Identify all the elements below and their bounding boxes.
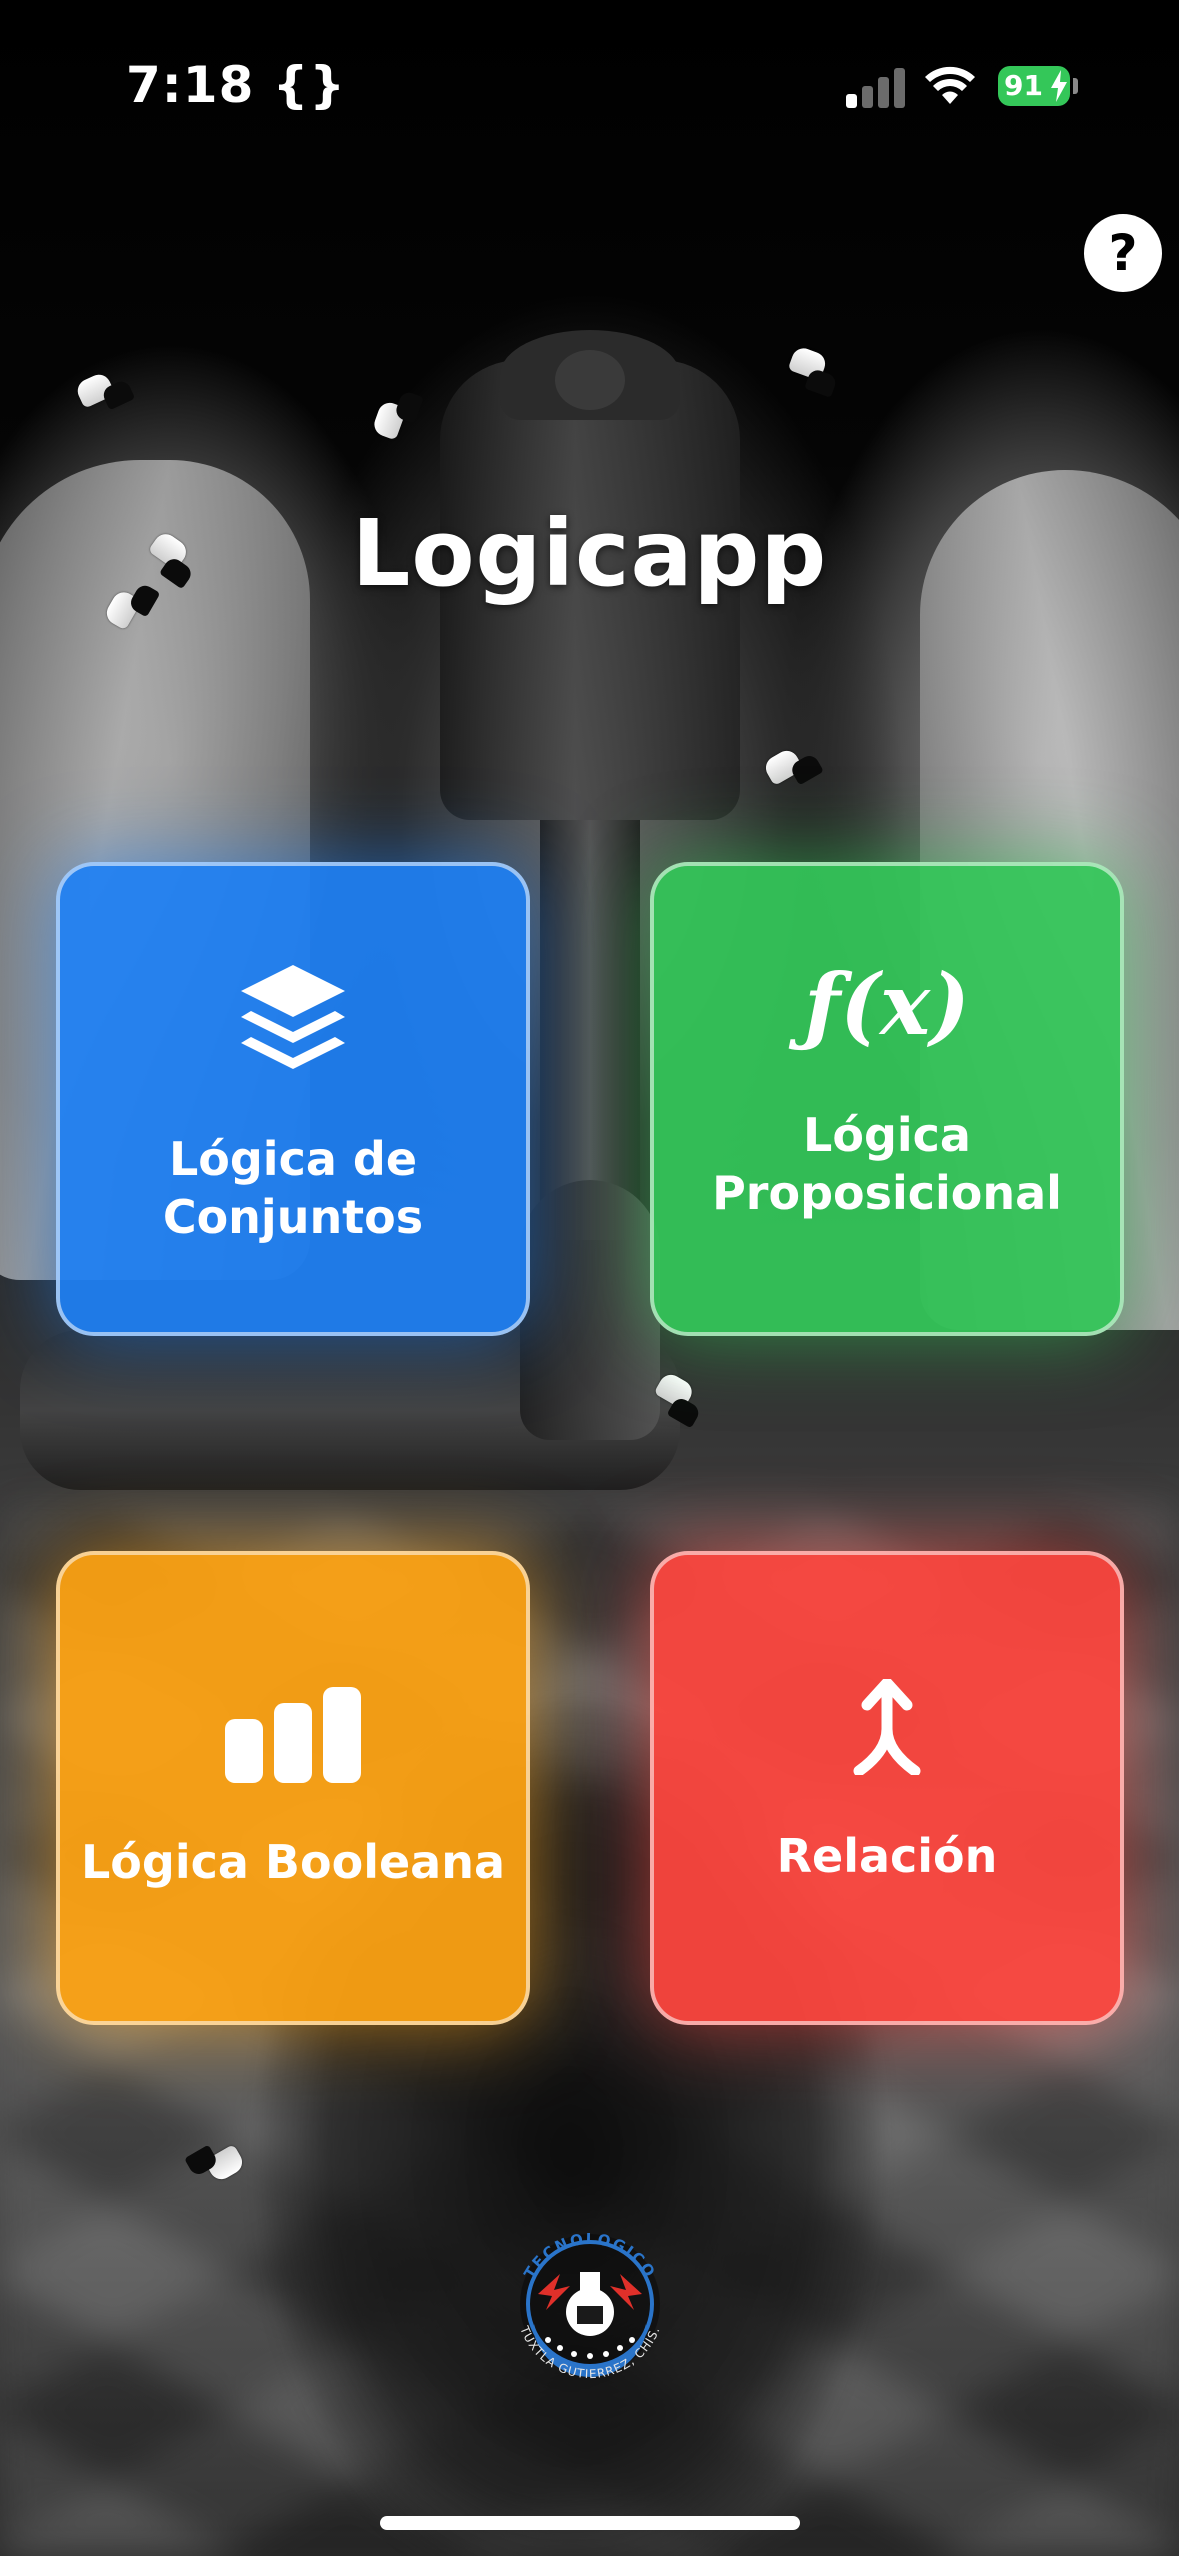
logica-conjuntos-button[interactable]: Lógica de Conjuntos — [56, 862, 530, 1336]
merge-arrow-icon — [654, 1679, 1120, 1775]
falling-piece-icon — [371, 388, 424, 441]
status-bar: 7:18 {} 91 — [0, 0, 1179, 170]
relacion-button[interactable]: Relación — [650, 1551, 1124, 2025]
falling-piece-icon — [761, 741, 824, 790]
falling-piece-icon — [786, 345, 839, 398]
wifi-icon — [925, 66, 975, 104]
help-button[interactable]: ? — [1084, 214, 1162, 292]
card-label: Lógica Booleana — [81, 1835, 505, 1889]
app-title: Logicapp — [351, 500, 828, 607]
card-label: Relación — [776, 1829, 998, 1883]
bar-chart-icon — [60, 1685, 526, 1785]
status-time: 7:18 {} — [126, 56, 346, 114]
function-icon: ƒ(x) — [804, 955, 970, 1054]
queen-stem-image — [540, 820, 640, 1240]
queen-top-image — [555, 350, 625, 410]
charging-bolt-icon — [1051, 70, 1067, 102]
fallen-piece-head-image — [520, 1180, 660, 1440]
cellular-signal-icon — [846, 66, 906, 108]
card-label: Lógica Proposicional — [712, 1108, 1062, 1220]
app-screen: 7:18 {} 91 ? Logicapp Lógica de Conjunto… — [0, 0, 1179, 2556]
home-indicator[interactable] — [380, 2516, 800, 2530]
layers-icon — [60, 961, 526, 1079]
tecnologico-logo: TECNOLOGICO TUXTLA GUTIERREZ, CHIS. — [517, 2230, 662, 2381]
logica-proposicional-button[interactable]: ƒ(x) Lógica Proposicional — [650, 862, 1124, 1336]
card-label: Lógica de Conjuntos — [162, 1132, 424, 1244]
battery-cap — [1073, 78, 1078, 94]
logica-booleana-button[interactable]: Lógica Booleana — [56, 1551, 530, 2025]
falling-piece-icon — [73, 366, 136, 413]
